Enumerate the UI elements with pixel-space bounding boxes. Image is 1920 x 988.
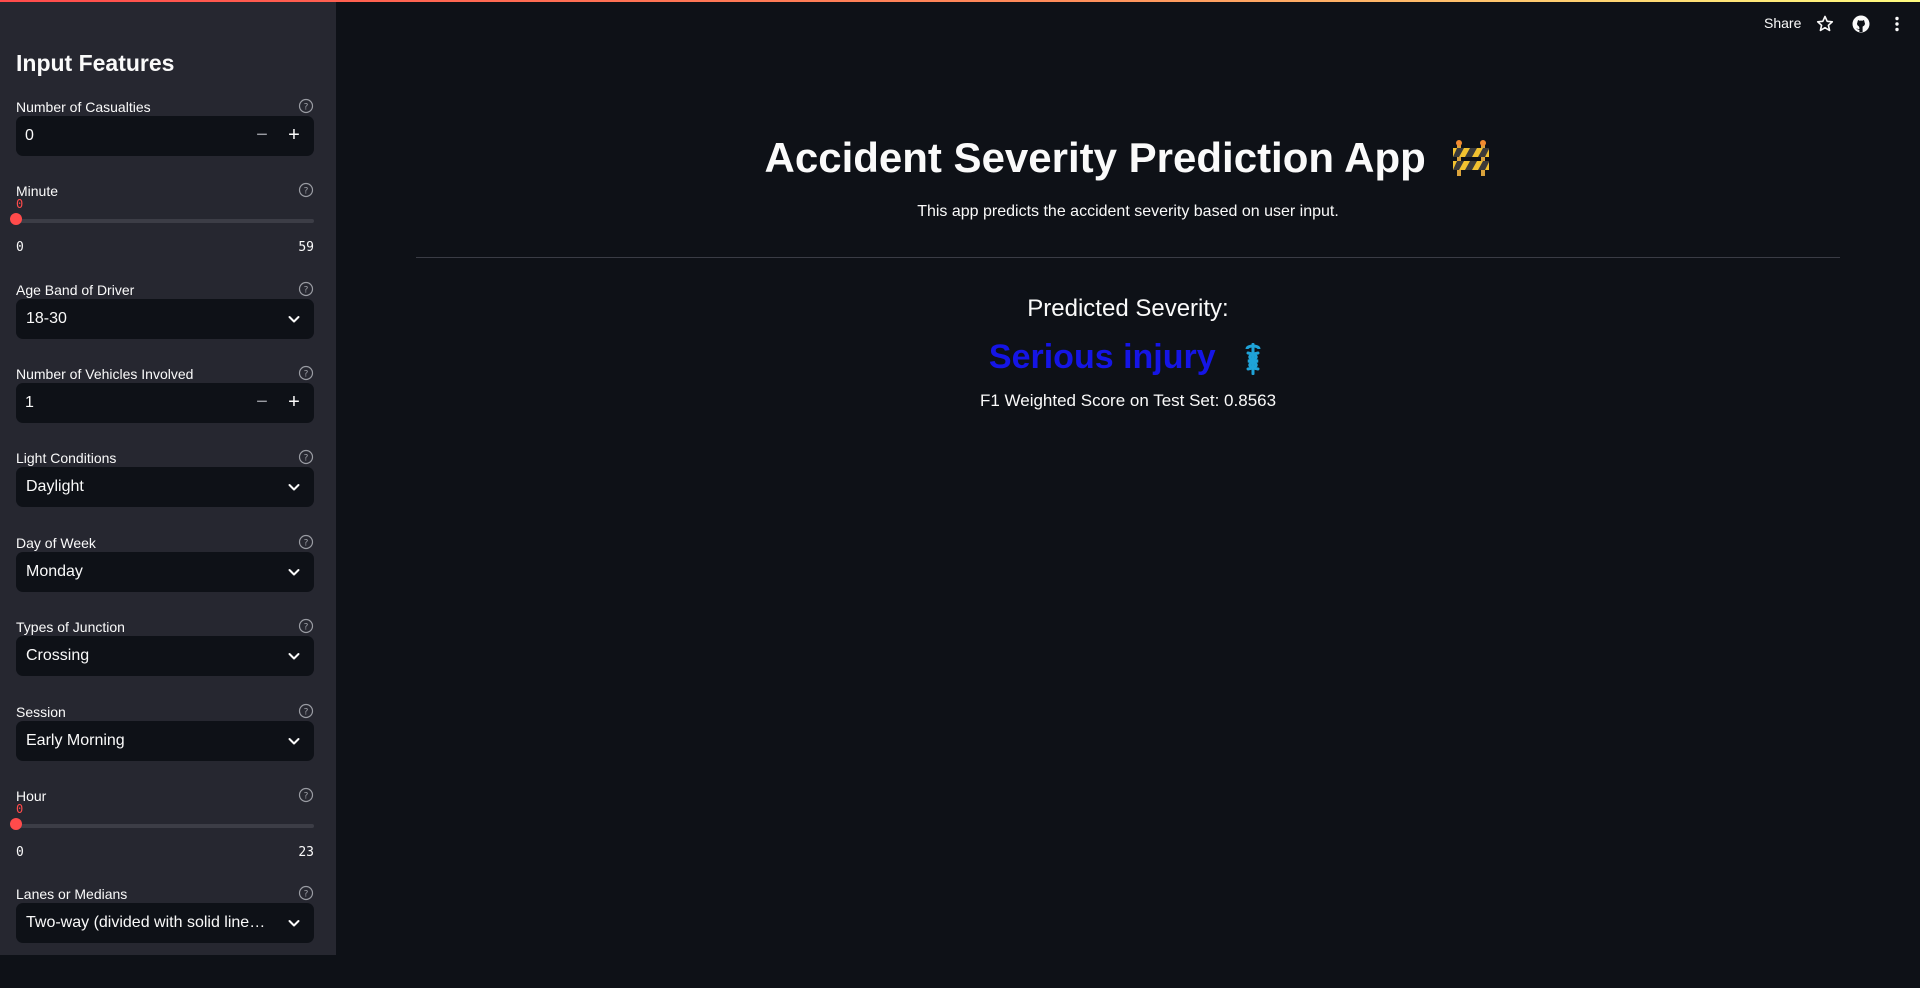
help-icon[interactable]: ? (298, 787, 314, 803)
increment-button[interactable]: + (278, 116, 310, 156)
slider-max-label: 23 (298, 845, 314, 860)
field-label: Number of Casualties (16, 99, 151, 115)
svg-text:?: ? (304, 187, 309, 197)
casualties-value[interactable]: 0 (25, 116, 34, 156)
field-label: Types of Junction (16, 619, 125, 635)
construction-barrier-icon (1453, 140, 1490, 176)
svg-text:?: ? (304, 286, 309, 296)
slider-min-label: 0 (16, 240, 24, 255)
field-label: Lanes or Medians (16, 886, 128, 902)
share-button[interactable]: Share (1764, 15, 1801, 31)
select-value: Daylight (26, 478, 84, 495)
junction-type-select[interactable]: Crossing (16, 636, 314, 676)
svg-text:?: ? (304, 103, 309, 113)
divider (416, 257, 1840, 258)
select-value: Two-way (divided with solid lines … (26, 914, 266, 931)
minute-slider-thumb[interactable] (10, 213, 22, 225)
select-value: 18-30 (26, 310, 67, 327)
help-icon[interactable]: ? (298, 703, 314, 719)
increment-button[interactable]: + (278, 383, 310, 423)
help-icon[interactable]: ? (298, 885, 314, 901)
decrement-button[interactable]: − (246, 383, 278, 423)
svg-text:?: ? (304, 454, 309, 464)
help-icon[interactable]: ? (298, 365, 314, 381)
minute-slider-track[interactable] (16, 219, 314, 223)
slider-max-label: 59 (298, 240, 314, 255)
slider-min-label: 0 (16, 845, 24, 860)
f1-score-text: F1 Weighted Score on Test Set: 0.8563 (979, 391, 1277, 410)
decrement-button[interactable]: − (246, 116, 278, 156)
svg-text:?: ? (304, 370, 309, 380)
more-menu-icon[interactable] (1887, 14, 1907, 34)
chevron-down-icon (288, 653, 300, 660)
page-subtitle: This app predicts the accident severity … (917, 203, 1339, 220)
chevron-down-icon (288, 920, 300, 927)
svg-text:?: ? (304, 623, 309, 633)
svg-text:?: ? (304, 792, 309, 802)
field-label: Light Conditions (16, 450, 117, 466)
medical-symbol-icon (1245, 343, 1261, 376)
help-icon[interactable]: ? (298, 449, 314, 465)
svg-text:?: ? (304, 539, 309, 549)
chevron-down-icon (288, 738, 300, 745)
star-icon[interactable] (1815, 14, 1835, 34)
session-select[interactable]: Early Morning (16, 721, 314, 761)
field-label: Day of Week (16, 535, 96, 551)
help-icon[interactable]: ? (298, 182, 314, 198)
casualties-number-input[interactable]: 0 − + (16, 116, 314, 156)
select-value: Early Morning (26, 732, 125, 749)
github-icon[interactable] (1851, 14, 1871, 34)
svg-text:?: ? (304, 708, 309, 718)
help-icon[interactable]: ? (298, 618, 314, 634)
field-label: Session (16, 704, 66, 720)
vehicles-value[interactable]: 1 (25, 383, 34, 423)
prediction-value: Serious injury (988, 338, 1216, 376)
select-value: Crossing (26, 647, 90, 664)
help-icon[interactable]: ? (298, 98, 314, 114)
lanes-medians-select[interactable]: Two-way (divided with solid lines … (16, 903, 314, 943)
chevron-down-icon (288, 484, 300, 491)
day-of-week-select[interactable]: Monday (16, 552, 314, 592)
light-conditions-select[interactable]: Daylight (16, 467, 314, 507)
prediction-result: Serious injury (416, 338, 1840, 377)
sidebar: Input Features Number of Casualties ? 0 … (0, 0, 336, 955)
help-icon[interactable]: ? (298, 281, 314, 297)
chevron-down-icon (288, 569, 300, 576)
hour-slider-thumb[interactable] (10, 818, 22, 830)
hour-slider-track[interactable] (16, 824, 314, 828)
hour-slider-value: 0 (16, 802, 24, 816)
top-decoration-stripe (0, 0, 1920, 2)
prediction-heading: Predicted Severity: (1027, 295, 1229, 322)
svg-text:?: ? (304, 890, 309, 900)
page-title: Accident Severity Prediction App (416, 130, 1840, 190)
sidebar-title: Input Features (16, 50, 175, 76)
help-icon[interactable]: ? (298, 534, 314, 550)
age-band-select[interactable]: 18-30 (16, 299, 314, 339)
page-title-text: Accident Severity Prediction App (764, 134, 1426, 181)
select-value: Monday (26, 563, 83, 580)
vehicles-number-input[interactable]: 1 − + (16, 383, 314, 423)
field-label: Age Band of Driver (16, 282, 135, 298)
chevron-down-icon (288, 316, 300, 323)
minute-slider-value: 0 (16, 197, 24, 211)
field-label: Number of Vehicles Involved (16, 366, 194, 382)
